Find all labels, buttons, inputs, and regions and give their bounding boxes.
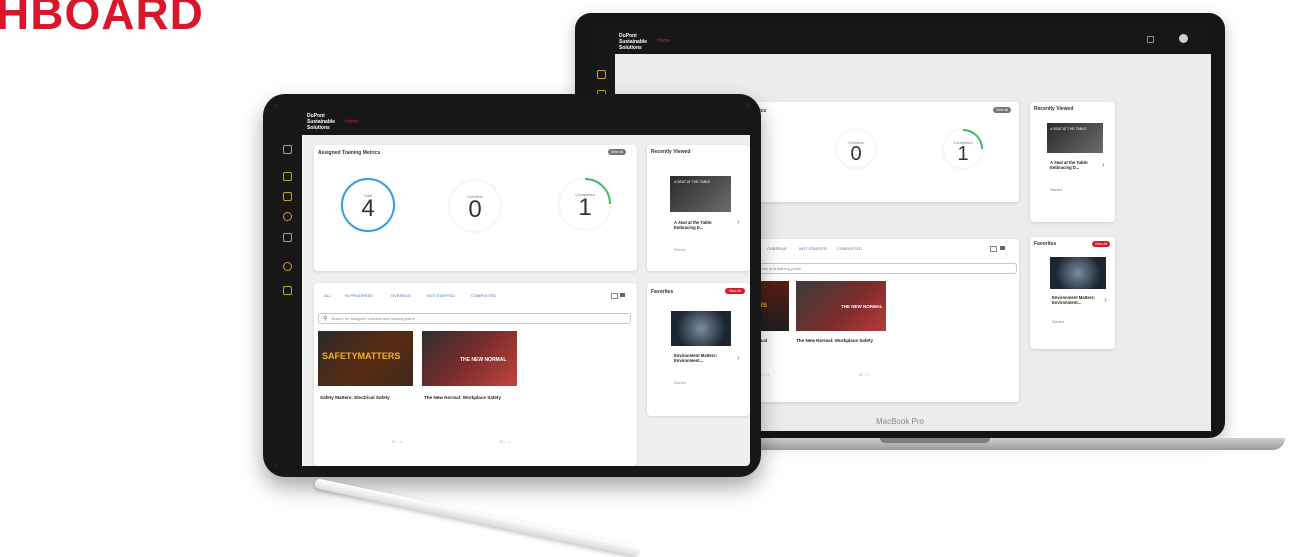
recently-viewed-title: Recently Viewed: [1034, 106, 1074, 112]
recently-viewed-title: Recently Viewed: [651, 149, 691, 155]
chevron-right-icon[interactable]: ›: [1104, 295, 1107, 304]
tablet-screen: DuPont Sustainable Solutions Home Assign…: [274, 105, 750, 466]
recent-thumbnail[interactable]: A SEAT AT THE TABLE: [1047, 123, 1103, 153]
metrics-title: Assigned Training Metrics: [318, 150, 381, 156]
course-thumbnail[interactable]: THE NEW NORMAL: [796, 281, 886, 331]
search-icon: ⚲: [323, 316, 328, 322]
grid-view-icon[interactable]: [1000, 246, 1005, 250]
sitemap-icon[interactable]: [283, 286, 292, 295]
stylus-pencil: [313, 478, 639, 557]
recent-item-title[interactable]: A Seat at the Table: Embracing D...: [1050, 160, 1094, 170]
total-metric: Total 4: [341, 178, 395, 232]
brand-logo[interactable]: DuPont Sustainable Solutions: [307, 113, 335, 131]
brand-line: Solutions: [619, 45, 642, 51]
recently-viewed-card: Recently Viewed A SEAT AT THE TABLE A Se…: [1030, 102, 1115, 222]
metrics-card: etrics View all Overdue 0 Completed 1: [732, 102, 1019, 202]
thumb-text: THE NEW NORMAL: [841, 304, 883, 309]
grid-view-icon[interactable]: [620, 293, 625, 297]
book-icon[interactable]: [283, 172, 292, 181]
dashboard-heading: HBOARD: [0, 0, 204, 39]
home-link[interactable]: Home: [345, 119, 358, 125]
laptop-notch: [880, 438, 990, 443]
globe-icon[interactable]: [283, 262, 292, 271]
avatar[interactable]: [1179, 34, 1188, 43]
tablet-device: DuPont Sustainable Solutions Home Assign…: [263, 94, 761, 477]
favorite-status: Started: [1052, 320, 1064, 324]
recent-item-title[interactable]: A Seat at the Table: Embracing D...: [674, 220, 718, 230]
favorite-status: Started: [674, 381, 686, 385]
overdue-metric: Overdue 0: [450, 181, 500, 231]
chevron-right-icon[interactable]: ›: [737, 353, 740, 362]
favorite-item-title[interactable]: Environment Matters: Environment...: [674, 353, 718, 363]
search-placeholder: courses and training paths: [754, 266, 801, 271]
dashboard-icon[interactable]: [597, 70, 606, 79]
completed-metric: Completed 1: [944, 129, 983, 168]
recent-thumbnail[interactable]: A SEAT AT THE TABLE: [670, 176, 731, 212]
metric-value: 0: [468, 196, 482, 223]
chevron-right-icon[interactable]: ›: [737, 217, 740, 226]
recent-status: Started: [1050, 188, 1062, 192]
trophy-icon[interactable]: [283, 192, 292, 201]
laptop-top-bar: DuPont Sustainable Solutions Home: [589, 27, 1211, 54]
search-input[interactable]: ⚲ Search for assigned courses and traini…: [318, 313, 631, 324]
search-input[interactable]: courses and training paths: [749, 263, 1017, 274]
home-link[interactable]: Home: [657, 38, 670, 44]
tablet-sidebar: [274, 135, 302, 466]
metric-value: 1: [578, 194, 592, 221]
brand-line: Solutions: [307, 125, 330, 131]
recent-status: Started: [674, 248, 686, 252]
tab-in-progress[interactable]: IN PROGRESS: [345, 293, 373, 298]
tile-actions[interactable]: ⊟ ♡ <: [392, 440, 402, 444]
chevron-right-icon[interactable]: ›: [1102, 160, 1105, 169]
metric-value: 0: [850, 143, 862, 165]
tab-all[interactable]: ALL: [324, 293, 331, 298]
tab-not-started[interactable]: NOT STARTED: [799, 246, 827, 251]
favorites-view-all-button[interactable]: View All: [1092, 241, 1110, 247]
recently-viewed-card: Recently Viewed A SEAT AT THE TABLE A Se…: [647, 145, 750, 271]
favorites-title: Favorites: [1034, 241, 1057, 247]
brand-logo[interactable]: DuPont Sustainable Solutions: [619, 33, 647, 51]
favorites-title: Favorites: [651, 289, 674, 295]
favorite-thumbnail[interactable]: [671, 311, 731, 346]
tab-overdue[interactable]: OVERDUE: [391, 293, 411, 298]
course-thumbnail[interactable]: SAFETYMATTERS: [318, 331, 413, 386]
favorite-item-title[interactable]: Environment Matters: Environment...: [1052, 295, 1096, 305]
course-title[interactable]: The New Normal: Workplace Safety: [424, 395, 514, 401]
list-view-icon[interactable]: [990, 246, 997, 252]
tile-actions[interactable]: ⊟ ♡ <: [859, 373, 869, 377]
thumb-text: A SEAT AT THE TABLE: [674, 180, 711, 184]
metric-value: 1: [957, 143, 969, 165]
metric-value: 4: [361, 195, 375, 222]
view-all-button[interactable]: View all: [608, 149, 626, 155]
tile-actions[interactable]: ⊟ ♡ <: [500, 440, 510, 444]
course-title[interactable]: The New Normal: Workplace Safety: [796, 338, 886, 344]
favorites-card: Favorites View All Environment Matters: …: [647, 283, 750, 416]
courses-card: OVERDUE NOT STARTED COMPLETED courses an…: [749, 239, 1019, 402]
thumb-text: A SEAT AT THE TABLE: [1050, 127, 1087, 131]
metrics-card: Assigned Training Metrics View all Total…: [314, 145, 637, 271]
thumb-text: SAFETYMATTERS: [322, 351, 401, 361]
course-thumbnail[interactable]: THE NEW NORMAL: [422, 331, 517, 386]
course-title[interactable]: Safety Matters: Electrical Safety: [320, 395, 400, 401]
tab-completed[interactable]: COMPLETED: [471, 293, 496, 298]
grid-icon[interactable]: [1147, 36, 1154, 43]
dashboard-icon[interactable]: [283, 145, 292, 154]
courses-card: ALL IN PROGRESS OVERDUE NOT STARTED COMP…: [314, 283, 637, 466]
home-icon[interactable]: [283, 233, 292, 242]
completed-metric: Completed 1: [560, 178, 611, 229]
thumb-text: THE NEW NORMAL: [460, 357, 507, 363]
tab-overdue[interactable]: OVERDUE: [767, 246, 787, 251]
favorites-card: Favorites View All Environment Matters: …: [1030, 237, 1115, 349]
list-view-icon[interactable]: [611, 293, 618, 299]
tab-completed[interactable]: COMPLETED: [837, 246, 862, 251]
tab-not-started[interactable]: NOT STARTED: [427, 293, 455, 298]
favorites-view-all-button[interactable]: View All: [725, 288, 745, 294]
search-placeholder: Search for assigned courses and training…: [331, 316, 415, 321]
tablet-top-bar: DuPont Sustainable Solutions Home: [274, 105, 750, 135]
overdue-metric: Overdue 0: [837, 130, 875, 168]
favorite-thumbnail[interactable]: [1050, 257, 1106, 289]
view-all-button[interactable]: View all: [993, 107, 1011, 113]
certificate-icon[interactable]: [283, 212, 292, 221]
